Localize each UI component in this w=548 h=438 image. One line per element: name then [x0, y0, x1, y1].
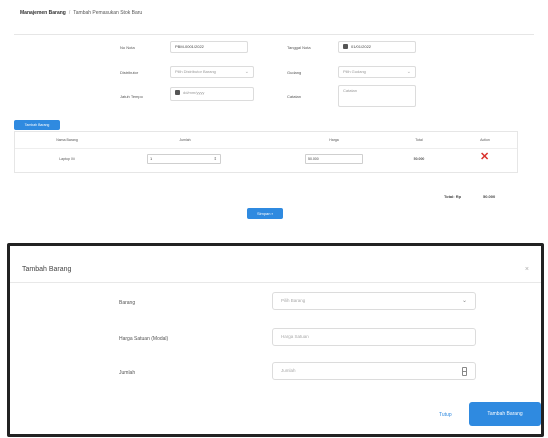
chevron-down-icon: ⌄	[406, 69, 411, 75]
jatuh-tempo-label: Jatuh Tempo	[120, 94, 143, 99]
harga-satuan-placeholder: Harga Satuan	[281, 334, 309, 339]
chevron-down-icon: ⌄	[244, 69, 249, 75]
jumlah-label: Jumlah	[119, 370, 136, 376]
grand-total-label: Total: Rp	[444, 194, 462, 199]
jumlah-placeholder: Jumlah	[281, 368, 296, 373]
barang-select[interactable]: Pilih Barang ⌄	[272, 292, 476, 310]
tanggal-nota-label: Tanggal Nota	[287, 45, 311, 50]
calendar-icon	[175, 90, 180, 96]
stepper-icon[interactable]: ⇕	[214, 155, 217, 163]
breadcrumb-separator: /	[68, 10, 71, 16]
save-button-label: Simpan	[256, 211, 271, 216]
grand-total-value: 50.000	[483, 194, 496, 199]
no-nota-label: No Nota	[120, 45, 135, 50]
distributor-placeholder: Pilih Distributor Barang	[175, 69, 216, 74]
add-item-button[interactable]: Tambah Barang	[14, 120, 60, 130]
harga-satuan-label: Harga Satuan (Modal)	[119, 336, 169, 342]
jumlah-input[interactable]: Jumlah	[272, 362, 476, 380]
tanggal-nota-value: 01/01/2022	[351, 44, 372, 49]
column-header-nama-barang: Nama Barang	[56, 138, 78, 142]
breadcrumb-current: Tambah Pemasukan Stok Baru	[73, 10, 143, 16]
catatan-textarea[interactable]: Catatan	[338, 85, 416, 107]
modal-cancel-button[interactable]: Tutup	[439, 412, 452, 418]
quantity-input[interactable]: 1 ⇕	[147, 154, 221, 164]
item-name-cell: Laptop Xii	[59, 157, 75, 161]
modal-submit-button[interactable]: Tambah Barang	[469, 402, 541, 426]
barang-label: Barang	[119, 300, 136, 306]
column-header-jumlah: Jumlah	[179, 138, 191, 142]
column-header-total: Total	[415, 138, 423, 142]
tanggal-nota-input[interactable]: 01/01/2022	[338, 41, 416, 53]
items-table: Nama Barang Jumlah Harga Total Action La…	[14, 131, 518, 173]
chevron-down-icon: ⌄	[461, 298, 467, 304]
jatuh-tempo-input[interactable]: dd/mm/yyyy	[170, 87, 254, 101]
quantity-value: 1	[150, 156, 153, 161]
breadcrumb-root[interactable]: Manajemen Barang	[20, 10, 66, 16]
barang-placeholder: Pilih Barang	[281, 298, 306, 303]
catatan-label: Catatan	[287, 94, 302, 99]
column-header-action: Action	[480, 138, 490, 142]
gudang-placeholder: Pilih Gudang	[343, 69, 366, 74]
modal-divider	[10, 282, 541, 283]
harga-satuan-input[interactable]: Harga Satuan	[272, 328, 476, 346]
calendar-icon	[343, 44, 348, 50]
catatan-placeholder: Catatan	[343, 88, 358, 93]
table-divider	[15, 148, 517, 149]
price-input[interactable]: 50.000	[305, 154, 363, 164]
save-button[interactable]: Simpan ▪	[247, 208, 283, 219]
distributor-label: Distributor	[120, 70, 139, 75]
jatuh-tempo-placeholder: dd/mm/yyyy	[183, 90, 205, 95]
column-header-harga: Harga	[329, 138, 339, 142]
modal-close-icon[interactable]: ×	[525, 266, 529, 273]
save-icon: ▪	[271, 211, 274, 216]
header-divider	[14, 34, 534, 35]
breadcrumb: Manajemen Barang / Tambah Pemasukan Stok B…	[20, 10, 142, 16]
gudang-select[interactable]: Pilih Gudang ⌄	[338, 66, 416, 78]
distributor-select[interactable]: Pilih Distributor Barang ⌄	[170, 66, 254, 78]
row-total-cell: 50.000	[413, 157, 425, 161]
delete-row-icon[interactable]: ✕	[480, 152, 489, 163]
background-page: Manajemen Barang / Tambah Pemasukan Stok B…	[0, 0, 548, 243]
number-stepper-icon[interactable]	[462, 367, 467, 376]
modal-title: Tambah Barang	[22, 266, 72, 273]
add-item-modal: Tambah Barang × Barang Pilih Barang ⌄ Ha…	[7, 243, 544, 437]
no-nota-value: PBM-0001/2022	[175, 44, 204, 49]
gudang-label: Gudang	[287, 70, 302, 75]
no-nota-input[interactable]: PBM-0001/2022	[170, 41, 248, 53]
price-value: 50.000	[308, 157, 319, 161]
